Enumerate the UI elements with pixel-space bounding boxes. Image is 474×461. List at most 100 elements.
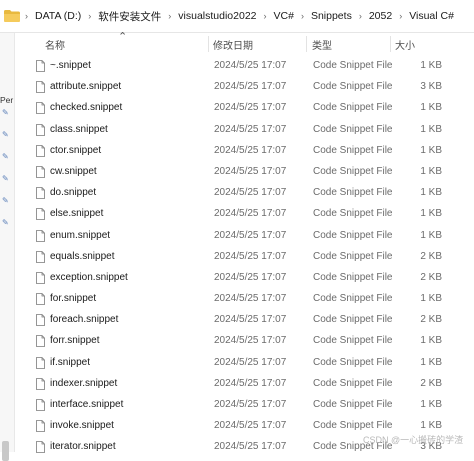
file-size: 1 KB — [420, 335, 442, 347]
file-list: ~.snippet 2024/5/25 17:07 Code Snippet Fil… — [15, 55, 474, 458]
file-date: 2024/5/25 17:07 — [214, 81, 287, 93]
file-name[interactable]: else.snippet — [50, 208, 103, 219]
file-date: 2024/5/25 17:07 — [214, 123, 287, 135]
breadcrumb-folder[interactable]: VC# — [272, 10, 296, 22]
column-header-row: 名称 修改日期 类型 大小 — [15, 33, 474, 55]
file-size: 1 KB — [420, 165, 442, 177]
file-name[interactable]: ctor.snippet — [50, 145, 101, 156]
file-size: 1 KB — [420, 356, 442, 368]
file-name[interactable]: exception.snippet — [50, 272, 128, 283]
column-divider[interactable] — [306, 36, 307, 52]
navigation-pane[interactable]: Per ✎ ✎ ✎ ✎ ✎ ✎ — [0, 33, 15, 461]
column-divider[interactable] — [390, 36, 391, 52]
file-name[interactable]: cw.snippet — [50, 166, 97, 177]
file-name[interactable]: ~.snippet — [50, 60, 91, 71]
file-row[interactable]: foreach.snippet 2024/5/25 17:07 Code Snipp… — [15, 309, 474, 330]
nav-scrollbar-thumb[interactable] — [2, 441, 9, 461]
column-header-name[interactable]: 名称 — [45, 37, 65, 52]
file-name[interactable]: if.snippet — [50, 357, 90, 368]
file-size: 2 KB — [420, 271, 442, 283]
breadcrumb-drive[interactable]: DATA (D:) — [33, 10, 83, 22]
file-size: 2 KB — [420, 377, 442, 389]
file-row[interactable]: attribute.snippet 2024/5/25 17:07 Code Sni… — [15, 76, 474, 97]
file-type: Code Snippet File — [313, 377, 393, 389]
column-header-size[interactable]: 大小 — [395, 37, 415, 52]
file-type: Code Snippet File — [313, 293, 393, 305]
file-row[interactable]: cw.snippet 2024/5/25 17:07 Code Snippet Fi… — [15, 161, 474, 182]
file-row[interactable]: ctor.snippet 2024/5/25 17:07 Code Snippet … — [15, 140, 474, 161]
file-name[interactable]: enum.snippet — [50, 230, 110, 241]
pin-icon: ✎ — [2, 130, 9, 139]
pin-icon: ✎ — [2, 218, 9, 227]
file-name[interactable]: for.snippet — [50, 293, 96, 304]
file-row[interactable]: checked.snippet 2024/5/25 17:07 Code Snipp… — [15, 97, 474, 118]
file-type: Code Snippet File — [313, 271, 393, 283]
file-icon — [36, 314, 45, 327]
file-name[interactable]: indexer.snippet — [50, 378, 117, 389]
file-date: 2024/5/25 17:07 — [214, 441, 287, 453]
file-name[interactable]: equals.snippet — [50, 251, 115, 262]
nav-item-label[interactable]: Per — [0, 95, 13, 105]
file-size: 1 KB — [420, 229, 442, 241]
file-date: 2024/5/25 17:07 — [214, 377, 287, 389]
file-size: 1 KB — [420, 60, 442, 71]
file-icon — [36, 229, 45, 242]
file-row[interactable]: forr.snippet 2024/5/25 17:07 Code Snippet … — [15, 330, 474, 351]
file-row[interactable]: interface.snippet 2024/5/25 17:07 Code Sni… — [15, 394, 474, 415]
column-header-type[interactable]: 类型 — [312, 37, 332, 52]
file-type: Code Snippet File — [313, 399, 393, 410]
file-date: 2024/5/25 17:07 — [214, 399, 287, 410]
file-name[interactable]: invoke.snippet — [50, 420, 114, 431]
file-size: 2 KB — [420, 250, 442, 262]
file-size: 1 KB — [420, 187, 442, 199]
pin-icon: ✎ — [2, 108, 9, 117]
file-type: Code Snippet File — [313, 123, 393, 135]
address-bar[interactable]: › DATA (D:) › 软件安装文件 › visualstudio2022 … — [0, 0, 474, 33]
file-type: Code Snippet File — [313, 165, 393, 177]
breadcrumb-current-folder[interactable]: Visual C# — [407, 10, 456, 22]
pin-icon: ✎ — [2, 152, 9, 161]
breadcrumb-chevron-icon[interactable]: › — [83, 11, 96, 21]
breadcrumb-folder[interactable]: visualstudio2022 — [176, 10, 258, 22]
file-row[interactable]: else.snippet 2024/5/25 17:07 Code Snippet … — [15, 203, 474, 224]
file-date: 2024/5/25 17:07 — [214, 208, 287, 220]
file-icon — [36, 356, 45, 369]
file-row[interactable]: indexer.snippet 2024/5/25 17:07 Code Snipp… — [15, 373, 474, 394]
breadcrumb-chevron-icon[interactable]: › — [296, 11, 309, 21]
file-name[interactable]: checked.snippet — [50, 102, 122, 113]
file-row[interactable]: class.snippet 2024/5/25 17:07 Code Snippet… — [15, 119, 474, 140]
breadcrumb-chevron-icon[interactable]: › — [394, 11, 407, 21]
breadcrumb-chevron-icon[interactable]: › — [163, 11, 176, 21]
file-row[interactable]: equals.snippet 2024/5/25 17:07 Code Snippe… — [15, 246, 474, 267]
file-name[interactable]: attribute.snippet — [50, 81, 121, 92]
breadcrumb-folder[interactable]: 软件安装文件 — [96, 9, 163, 24]
file-name[interactable]: do.snippet — [50, 187, 96, 198]
breadcrumb-chevron-icon[interactable]: › — [20, 11, 33, 21]
file-date: 2024/5/25 17:07 — [214, 293, 287, 305]
column-divider[interactable] — [208, 36, 209, 52]
file-name[interactable]: forr.snippet — [50, 335, 99, 346]
breadcrumb-folder[interactable]: 2052 — [367, 10, 394, 22]
file-name[interactable]: foreach.snippet — [50, 314, 118, 325]
file-date: 2024/5/25 17:07 — [214, 250, 287, 262]
file-icon — [36, 208, 45, 221]
breadcrumb-chevron-icon[interactable]: › — [259, 11, 272, 21]
file-size: 3 KB — [420, 81, 442, 93]
file-row[interactable]: enum.snippet 2024/5/25 17:07 Code Snippet … — [15, 225, 474, 246]
file-row[interactable]: ~.snippet 2024/5/25 17:07 Code Snippet Fil… — [15, 55, 474, 76]
breadcrumb-chevron-icon[interactable]: › — [354, 11, 367, 21]
file-date: 2024/5/25 17:07 — [214, 271, 287, 283]
file-row[interactable]: do.snippet 2024/5/25 17:07 Code Snippet Fi… — [15, 182, 474, 203]
file-row[interactable]: if.snippet 2024/5/25 17:07 Code Snippet Fi… — [15, 352, 474, 373]
file-row[interactable]: exception.snippet 2024/5/25 17:07 Code Sni… — [15, 267, 474, 288]
file-icon — [36, 60, 45, 72]
file-size: 1 KB — [420, 123, 442, 135]
file-name[interactable]: interface.snippet — [50, 399, 123, 410]
breadcrumb-folder[interactable]: Snippets — [309, 10, 354, 22]
file-row[interactable]: for.snippet 2024/5/25 17:07 Code Snippet F… — [15, 288, 474, 309]
column-header-date[interactable]: 修改日期 — [213, 37, 253, 52]
pin-icon: ✎ — [2, 196, 9, 205]
file-name[interactable]: class.snippet — [50, 124, 108, 135]
file-date: 2024/5/25 17:07 — [214, 60, 287, 71]
file-name[interactable]: iterator.snippet — [50, 441, 116, 452]
